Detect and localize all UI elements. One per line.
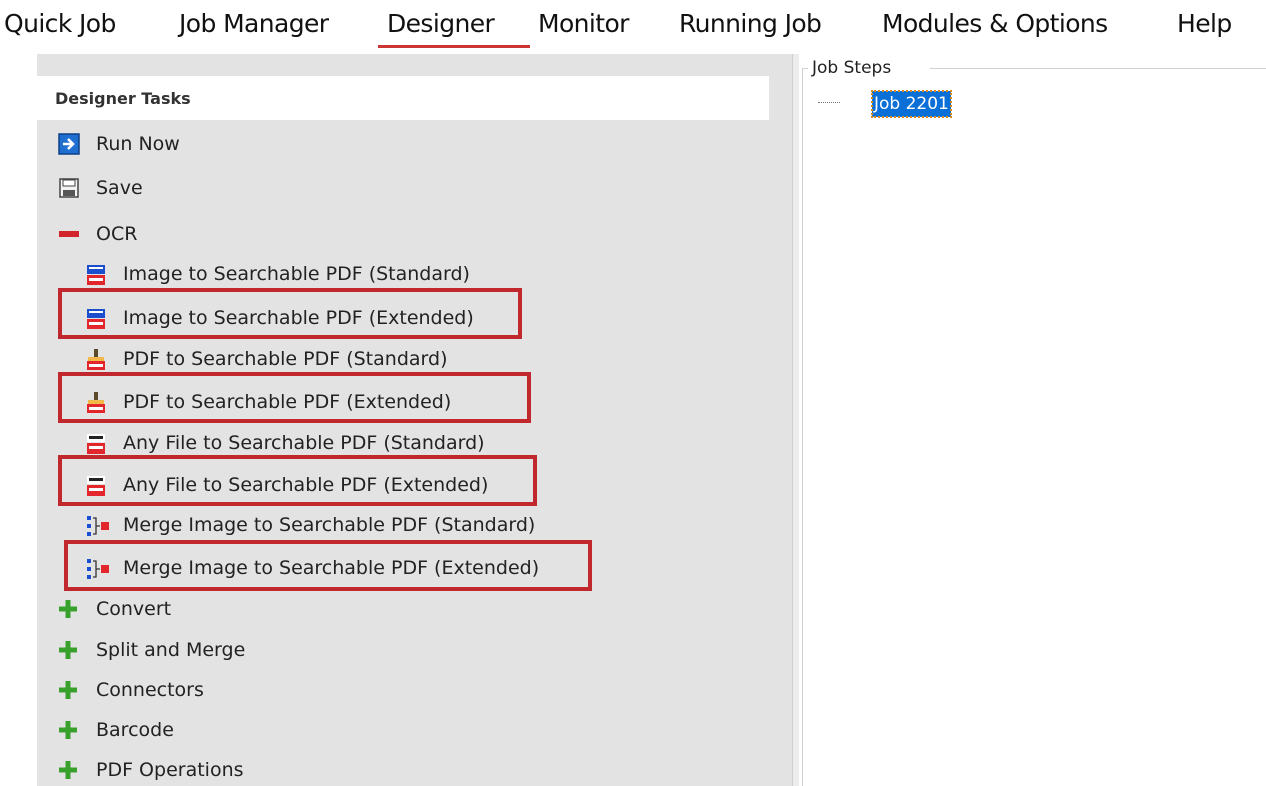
group-connectors[interactable]: Connectors (37, 674, 257, 706)
group-label: Convert (96, 598, 172, 620)
group-pdf-operations[interactable]: PDF Operations (37, 754, 277, 786)
group-convert[interactable]: Convert (37, 593, 237, 625)
ocr-item-image-standard[interactable]: Image to Searchable PDF (Standard) (37, 258, 477, 290)
designer-tasks-panel: Designer Tasks Run Now Save OCR Image to… (37, 54, 792, 786)
menu-monitor[interactable]: Monitor (538, 8, 629, 40)
panel-splitter[interactable] (792, 54, 799, 786)
group-barcode[interactable]: Barcode (37, 714, 237, 746)
group-label: Connectors (96, 679, 204, 701)
ocr-label: OCR (96, 223, 138, 245)
ocr-item-label: PDF to Searchable PDF (Standard) (123, 348, 448, 370)
minus-icon (59, 231, 79, 237)
job-steps-frame (930, 68, 1266, 69)
ocr-item-label: Merge Image to Searchable PDF (Extended) (123, 557, 540, 579)
group-label: PDF Operations (96, 759, 244, 781)
ocr-group[interactable]: OCR (37, 218, 157, 250)
save-label: Save (96, 177, 143, 199)
ocr-item-label: Any File to Searchable PDF (Extended) (123, 474, 489, 496)
plus-icon (59, 681, 77, 699)
designer-tasks-header: Designer Tasks (37, 76, 769, 120)
tiff-pdf-icon (87, 309, 105, 329)
job-node[interactable]: Job 2201 (871, 90, 952, 118)
floppy-disk-icon (59, 178, 79, 198)
plus-icon (59, 761, 77, 779)
menu-designer[interactable]: Designer (387, 8, 495, 40)
run-now-task[interactable]: Run Now (37, 128, 207, 160)
any-pdf-icon (87, 434, 105, 454)
group-split-and-merge[interactable]: Split and Merge (37, 634, 277, 666)
top-menu-bar: Quick Job Job Manager Designer Monitor R… (0, 0, 1266, 52)
ocr-item-any-standard[interactable]: Any File to Searchable PDF (Standard) (37, 427, 507, 459)
merge-icon (87, 516, 109, 536)
menu-quick-job[interactable]: Quick Job (4, 8, 116, 40)
run-now-label: Run Now (96, 133, 180, 155)
designer-tasks-title: Designer Tasks (55, 89, 191, 108)
ocr-item-pdf-standard[interactable]: PDF to Searchable PDF (Standard) (37, 343, 477, 375)
menu-help[interactable]: Help (1177, 8, 1232, 40)
ocr-item-pdf-extended[interactable]: PDF to Searchable PDF (Extended) (37, 386, 477, 418)
save-task[interactable]: Save (37, 172, 157, 204)
ocr-item-merge-extended[interactable]: Merge Image to Searchable PDF (Extended) (37, 552, 567, 584)
ocr-item-label: Merge Image to Searchable PDF (Standard) (123, 514, 536, 536)
ocr-item-merge-standard[interactable]: Merge Image to Searchable PDF (Standard) (37, 509, 567, 541)
plus-icon (59, 721, 77, 739)
job-steps-title: Job Steps (808, 58, 896, 78)
arrow-right-icon (58, 133, 80, 155)
ocr-item-label: Any File to Searchable PDF (Standard) (123, 432, 485, 454)
tree-connector (818, 102, 840, 104)
tiff-pdf-icon (87, 265, 105, 285)
ocr-item-label: Image to Searchable PDF (Standard) (123, 263, 470, 285)
pdf-scan-icon (87, 349, 105, 370)
ocr-item-label: PDF to Searchable PDF (Extended) (123, 391, 452, 413)
plus-icon (59, 641, 77, 659)
menu-running-job[interactable]: Running Job (679, 8, 822, 40)
pdf-scan-icon (87, 392, 105, 413)
merge-icon (87, 559, 109, 579)
any-pdf-icon (87, 476, 105, 496)
menu-job-manager[interactable]: Job Manager (179, 8, 329, 40)
plus-icon (59, 600, 77, 618)
job-steps-frame (802, 68, 803, 786)
ocr-item-image-extended[interactable]: Image to Searchable PDF (Extended) (37, 302, 477, 334)
ocr-item-any-extended[interactable]: Any File to Searchable PDF (Extended) (37, 469, 507, 501)
ocr-item-label: Image to Searchable PDF (Extended) (123, 307, 474, 329)
group-label: Split and Merge (96, 639, 246, 661)
menu-modules-options[interactable]: Modules & Options (882, 8, 1108, 40)
group-label: Barcode (96, 719, 174, 741)
active-menu-indicator (378, 45, 530, 48)
